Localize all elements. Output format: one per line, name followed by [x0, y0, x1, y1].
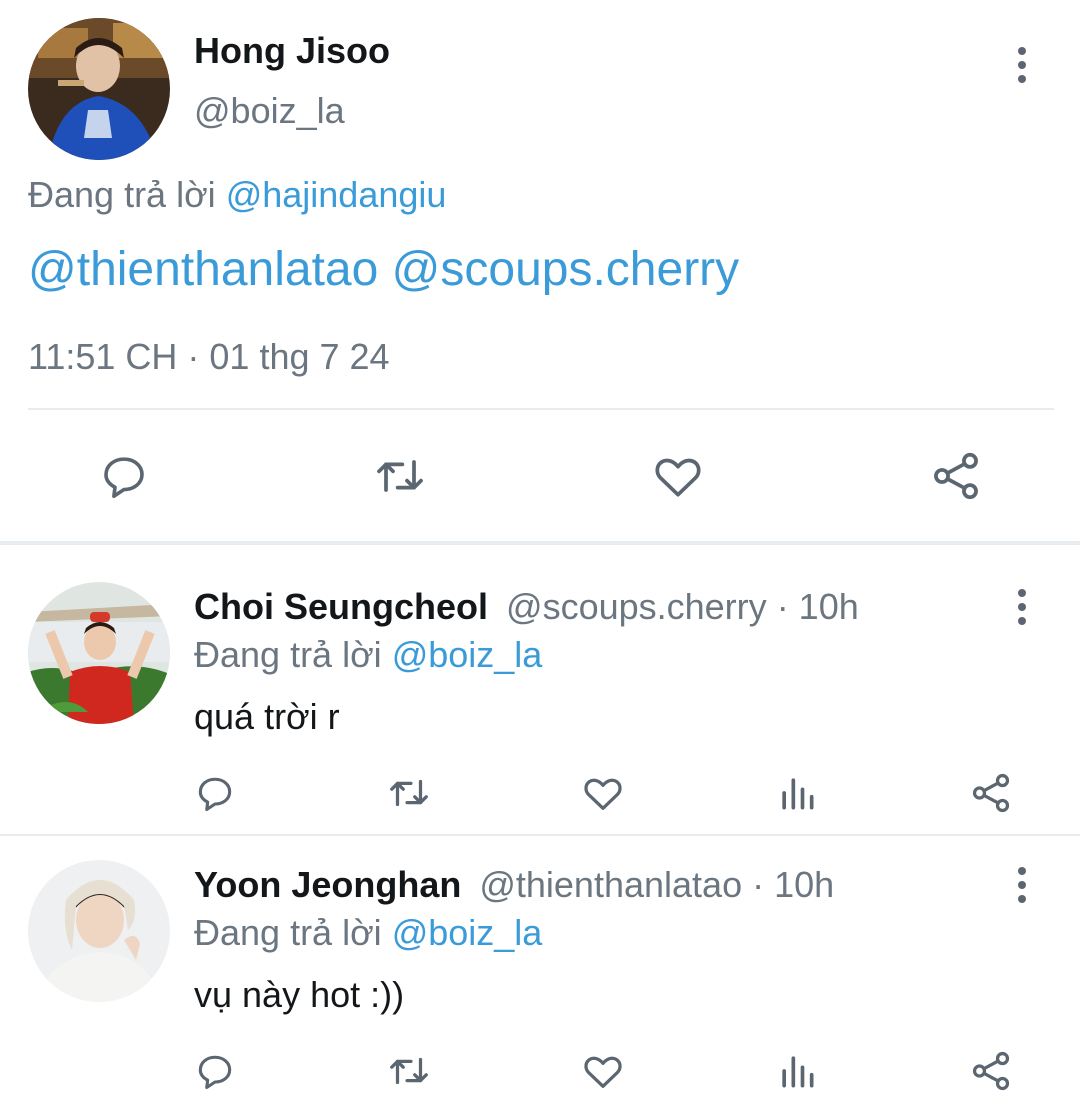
reply-time: · 10h [752, 864, 835, 905]
author-handle[interactable]: @thienthanlatao [479, 864, 742, 905]
avatar-image [28, 860, 170, 1002]
retweet-button[interactable] [384, 768, 434, 818]
like-icon [584, 778, 622, 810]
reply-button[interactable] [190, 768, 240, 818]
share-icon [972, 1051, 1010, 1091]
reply-to-link[interactable]: @hajindangiu [226, 174, 447, 215]
retweet-icon [390, 1057, 428, 1085]
reply-to-link[interactable]: @boiz_la [392, 634, 543, 675]
reply-time: · 10h [776, 586, 859, 627]
reply-icon [198, 1055, 232, 1090]
retweet-button[interactable] [384, 1046, 434, 1096]
more-options-icon[interactable] [1000, 585, 1044, 629]
avatar-hong-jisoo[interactable] [28, 18, 170, 160]
reply-text: quá trời r [194, 696, 340, 737]
avatar-choi-seungcheol[interactable] [28, 582, 170, 724]
reply-button[interactable] [94, 446, 154, 506]
avatar-yoon-jeonghan[interactable] [28, 860, 170, 1002]
like-button[interactable] [578, 1046, 628, 1096]
like-button[interactable] [578, 768, 628, 818]
share-button[interactable] [966, 1046, 1016, 1096]
author-name[interactable]: Yoon Jeonghan [194, 864, 461, 905]
tweet-timestamp[interactable]: 11:51 CH · 01 thg 7 24 [28, 336, 390, 378]
more-options-icon[interactable] [1000, 43, 1044, 87]
author-handle[interactable]: @scoups.cherry [506, 586, 767, 627]
author-name[interactable]: Choi Seungcheol [194, 586, 488, 627]
reply-icon [198, 777, 232, 812]
divider [28, 408, 1054, 410]
author-handle[interactable]: @boiz_la [194, 90, 345, 132]
replying-to-line: Đang trả lời @boiz_la [194, 634, 542, 676]
reply-text: vụ này hot :)) [194, 974, 405, 1015]
reply-prefix: Đang trả lời [194, 912, 382, 953]
reply-to-link[interactable]: @boiz_la [392, 912, 543, 953]
analytics-icon [782, 778, 814, 810]
tweet-text[interactable]: @thienthanlatao @scoups.cherry [28, 242, 739, 297]
like-icon [655, 458, 701, 497]
analytics-icon [782, 1056, 814, 1088]
replying-to-line: Đang trả lời @boiz_la [194, 912, 542, 954]
section-divider [0, 541, 1080, 545]
retweet-button[interactable] [370, 446, 430, 506]
analytics-button[interactable] [772, 1046, 822, 1096]
more-options-icon[interactable] [1000, 863, 1044, 907]
avatar-image [28, 18, 170, 160]
like-icon [584, 1056, 622, 1088]
author-name[interactable]: Hong Jisoo [194, 30, 390, 72]
avatar-image [28, 582, 170, 724]
share-button[interactable] [966, 768, 1016, 818]
retweet-icon [377, 460, 423, 492]
reply-icon [104, 457, 144, 499]
analytics-button[interactable] [772, 768, 822, 818]
share-icon [934, 452, 978, 500]
reply-prefix: Đang trả lời [28, 174, 216, 215]
reply-header: Choi Seungcheol @scoups.cherry · 10h [194, 586, 859, 628]
replying-to-line: Đang trả lời @hajindangiu [28, 174, 446, 216]
retweet-icon [390, 779, 428, 807]
reply-header: Yoon Jeonghan @thienthanlatao · 10h [194, 864, 834, 906]
share-icon [972, 773, 1010, 813]
reply-prefix: Đang trả lời [194, 634, 382, 675]
share-button[interactable] [926, 446, 986, 506]
like-button[interactable] [648, 446, 708, 506]
reply-button[interactable] [190, 1046, 240, 1096]
divider [0, 834, 1080, 836]
